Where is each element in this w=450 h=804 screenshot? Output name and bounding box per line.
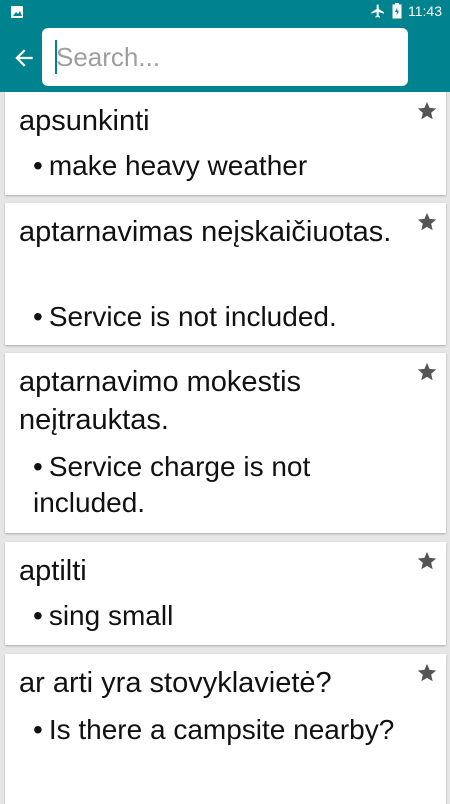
back-button[interactable] — [6, 40, 42, 76]
term-text: apsunkinti — [19, 105, 150, 137]
translation-value: Service is not included. — [48, 301, 337, 332]
translation-text: • Service is not included. — [33, 301, 337, 332]
translation-value: Is there a campsite nearby? — [48, 714, 395, 745]
list-item[interactable]: apsunkinti • make heavy weather — [5, 92, 446, 195]
arrow-left-icon — [15, 49, 33, 67]
translation-text: • make heavy weather — [33, 150, 308, 181]
star-icon[interactable] — [416, 100, 438, 122]
translation-value: make heavy weather — [48, 150, 308, 181]
list-item[interactable]: aptarnavimo mokestis neįtrauktas. • Servi… — [5, 353, 446, 533]
status-time: 11:43 — [408, 3, 442, 19]
star-icon[interactable] — [416, 211, 438, 233]
translation-value: Service charge is not included. — [33, 451, 311, 518]
star-icon[interactable] — [416, 550, 438, 572]
term-text: aptarnavimo mokestis neįtrauktas. — [19, 366, 302, 436]
star-icon[interactable] — [416, 662, 438, 684]
status-bar: 11:43 — [0, 0, 450, 24]
image-icon — [11, 6, 23, 18]
status-icons: 11:43 — [370, 3, 442, 19]
star-icon[interactable] — [416, 361, 438, 383]
translation-text: • sing small — [33, 600, 174, 631]
search-input[interactable] — [56, 36, 386, 78]
list-item[interactable]: aptarnavimas neįskaičiuotas. • Service is… — [5, 203, 446, 345]
airplane-icon — [371, 4, 384, 18]
toolbar — [0, 24, 450, 92]
battery-icon — [392, 3, 402, 19]
term-text: ar arti yra stovyklavietė? — [19, 667, 332, 699]
translation-text: • Service charge is not included. — [33, 451, 311, 518]
term-text: aptarnavimas neįskaičiuotas. — [19, 216, 392, 248]
list-item[interactable]: aptilti • sing small — [5, 542, 446, 645]
translation-value: sing small — [48, 600, 174, 631]
term-text: aptilti — [19, 555, 87, 587]
translation-text: • Is there a campsite nearby? — [33, 714, 395, 745]
search-box[interactable] — [42, 28, 408, 86]
list-item[interactable]: ar arti yra stovyklavietė? • Is there a c… — [5, 654, 446, 804]
